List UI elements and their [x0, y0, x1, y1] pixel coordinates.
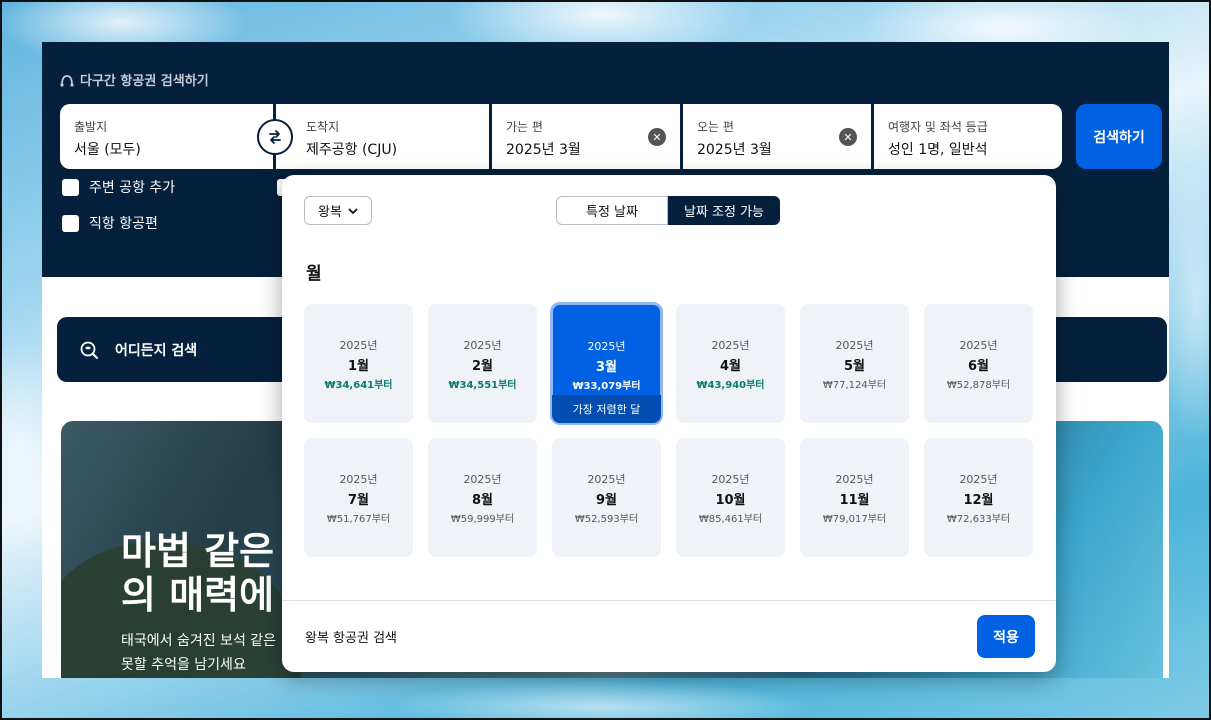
month-price: ₩34,551부터 — [448, 379, 517, 391]
month-card[interactable]: 2025년 11월 ₩79,017부터 — [800, 438, 909, 557]
month-name: 9월 — [595, 492, 617, 508]
month-price: ₩85,461부터 — [698, 513, 763, 525]
month-price: ₩51,767부터 — [326, 513, 391, 525]
destination-label: 도착지 — [306, 120, 340, 134]
month-grid: 2025년 1월 ₩34,641부터 2025년 2월 ₩34,551부터 2025년 3월 ₩… — [304, 302, 1033, 557]
clear-return-icon[interactable]: ✕ — [839, 128, 857, 146]
origin-field[interactable]: 출발지 서울 (모두) — [60, 104, 273, 169]
origin-value: 서울 (모두) — [74, 142, 141, 158]
month-price: ₩59,999부터 — [450, 513, 515, 525]
depart-label: 가는 편 — [506, 120, 543, 134]
search-globe-icon — [80, 341, 98, 359]
promo-heading: 마법 같은 의 매력에 — [121, 529, 274, 617]
destination-field[interactable]: 도착지 제주공항 (CJU) — [276, 104, 489, 169]
month-year: 2025년 — [959, 338, 998, 352]
month-card[interactable]: 2025년 5월 ₩77,124부터 — [800, 304, 909, 423]
route-icon — [60, 74, 74, 87]
multi-city-link[interactable]: 다구간 항공권 검색하기 — [60, 70, 209, 89]
tab-flexible-dates[interactable]: 날짜 조정 가능 — [668, 196, 780, 225]
month-price: ₩52,593부터 — [574, 513, 639, 525]
search-button[interactable]: 검색하기 — [1076, 104, 1162, 169]
month-card[interactable]: 2025년 12월 ₩72,633부터 — [924, 438, 1033, 557]
month-name: 5월 — [843, 358, 865, 374]
month-card[interactable]: 2025년 3월 ₩33,079부터가장 저렴한 달 — [550, 302, 663, 425]
trip-type-select[interactable]: 왕복 — [304, 196, 372, 225]
promo-heading-line: 마법 같은 — [121, 529, 275, 573]
month-year: 2025년 — [463, 338, 502, 352]
travellers-value: 성인 1명, 일반석 — [888, 142, 988, 158]
direct-flights-label: 직항 항공편 — [89, 216, 158, 232]
month-heading: 월 — [306, 264, 322, 284]
cheapest-month-badge: 가장 저렴한 달 — [552, 395, 661, 423]
travellers-label: 여행자 및 좌석 등급 — [888, 120, 988, 134]
tab-specific-dates[interactable]: 특정 날짜 — [556, 196, 668, 225]
month-card[interactable]: 2025년 1월 ₩34,641부터 — [304, 304, 413, 423]
divider — [282, 600, 1056, 601]
month-price: ₩43,940부터 — [696, 379, 765, 391]
checkbox-box[interactable] — [62, 178, 79, 196]
date-mode-toggle: 특정 날짜 날짜 조정 가능 — [556, 196, 780, 225]
month-year: 2025년 — [339, 472, 378, 486]
month-name: 12월 — [963, 492, 994, 508]
month-price: ₩34,641부터 — [324, 379, 393, 391]
apply-button[interactable]: 적용 — [977, 615, 1035, 658]
month-name: 8월 — [471, 492, 493, 508]
promo-subtitle: 태국에서 숨겨진 보석 같은 못할 추억을 남기세요 — [121, 629, 276, 677]
travellers-field[interactable]: 여행자 및 좌석 등급 성인 1명, 일반석 — [874, 104, 1062, 169]
month-card[interactable]: 2025년 8월 ₩59,999부터 — [428, 438, 537, 557]
month-card[interactable]: 2025년 9월 ₩52,593부터 — [552, 438, 661, 557]
promo-subtitle-line: 태국에서 숨겨진 보석 같은 — [121, 633, 277, 649]
return-field[interactable]: 오는 편 2025년 3월 ✕ — [683, 104, 871, 169]
return-label: 오는 편 — [697, 120, 734, 134]
month-name: 11월 — [839, 492, 870, 508]
month-name: 7월 — [347, 492, 369, 508]
explore-label: 어디든지 검색 — [115, 342, 198, 359]
month-price: ₩77,124부터 — [822, 379, 887, 391]
swap-button[interactable] — [257, 119, 293, 155]
depart-field[interactable]: 가는 편 2025년 3월 ✕ — [492, 104, 680, 169]
nearby-airports-label: 주변 공항 추가 — [89, 180, 176, 196]
month-card[interactable]: 2025년 2월 ₩34,551부터 — [428, 304, 537, 423]
origin-label: 출발지 — [74, 120, 108, 134]
swap-icon — [269, 130, 281, 144]
month-year: 2025년 — [835, 338, 874, 352]
month-card[interactable]: 2025년 10월 ₩85,461부터 — [676, 438, 785, 557]
checkbox-box[interactable] — [62, 214, 79, 232]
month-name: 4월 — [719, 358, 741, 374]
month-name: 6월 — [967, 358, 989, 374]
nearby-airports-checkbox[interactable]: 주변 공항 추가 — [62, 177, 175, 197]
return-value: 2025년 3월 — [697, 142, 772, 158]
footer-text: 왕복 항공권 검색 — [305, 631, 397, 646]
clear-depart-icon[interactable]: ✕ — [648, 128, 666, 146]
month-price: ₩52,878부터 — [946, 379, 1011, 391]
month-year: 2025년 — [711, 338, 750, 352]
promo-subtitle-line: 못할 추억을 남기세요 — [121, 657, 246, 673]
month-name: 3월 — [595, 360, 617, 375]
multi-city-label: 다구간 항공권 검색하기 — [80, 74, 209, 89]
promo-heading-line: 의 매력에 — [121, 573, 275, 617]
destination-value: 제주공항 (CJU) — [306, 142, 398, 158]
month-card[interactable]: 2025년 4월 ₩43,940부터 — [676, 304, 785, 423]
month-year: 2025년 — [587, 340, 626, 353]
month-year: 2025년 — [711, 472, 750, 486]
trip-type-value: 왕복 — [318, 205, 342, 220]
date-picker-popover: 왕복 특정 날짜 날짜 조정 가능 월 2025년 1월 ₩34,641부터 2025… — [282, 175, 1056, 672]
month-year: 2025년 — [959, 472, 998, 486]
month-name: 2월 — [471, 358, 493, 374]
month-name: 10월 — [715, 492, 746, 508]
month-price: ₩33,079부터 — [572, 381, 641, 392]
month-year: 2025년 — [587, 472, 626, 486]
month-card[interactable]: 2025년 7월 ₩51,767부터 — [304, 438, 413, 557]
depart-value: 2025년 3월 — [506, 142, 581, 158]
chevron-down-icon — [348, 208, 358, 214]
month-price: ₩72,633부터 — [946, 513, 1011, 525]
month-year: 2025년 — [339, 338, 378, 352]
month-name: 1월 — [347, 358, 369, 374]
direct-flights-checkbox[interactable]: 직항 항공편 — [62, 213, 158, 233]
month-card[interactable]: 2025년 6월 ₩52,878부터 — [924, 304, 1033, 423]
month-year: 2025년 — [835, 472, 874, 486]
month-year: 2025년 — [463, 472, 502, 486]
month-price: ₩79,017부터 — [822, 513, 887, 525]
